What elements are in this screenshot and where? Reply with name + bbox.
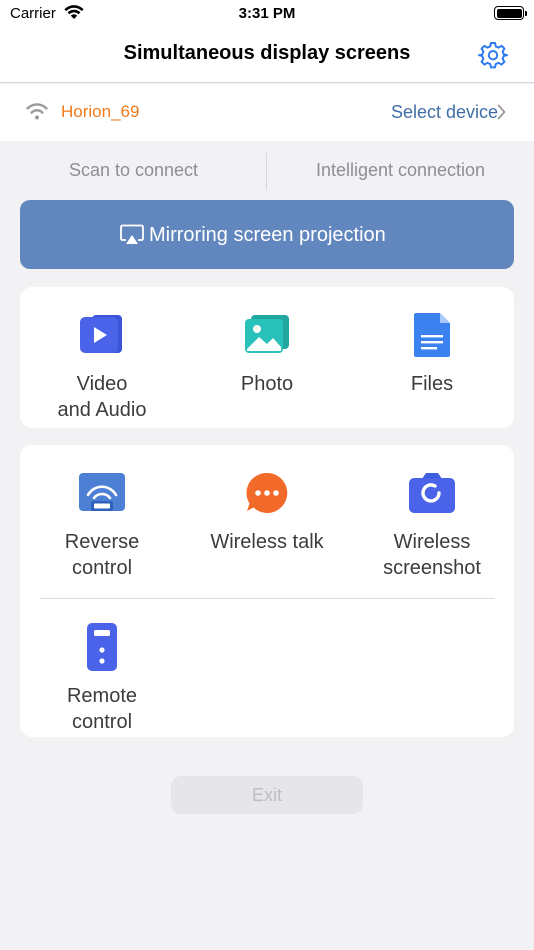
exit-button[interactable]: Exit (171, 776, 363, 814)
tile-label: Remote (66, 685, 138, 707)
remote-control-tile[interactable]: Remote control (20, 599, 184, 737)
battery-icon (494, 6, 527, 20)
chevron-right-icon (497, 104, 506, 120)
tile-label: Photo (240, 373, 294, 395)
photo-icon (245, 315, 289, 353)
tools-card: Reverse control Wireless talk Wireless s… (20, 445, 514, 737)
video-icon (80, 315, 122, 353)
tile-label: control (71, 557, 133, 579)
tile-label: Wireless talk (210, 531, 324, 553)
connection-tabs: Scan to connect Intelligent connection (0, 142, 534, 200)
chat-bubble-icon (246, 472, 288, 513)
wireless-talk-tile[interactable]: Wireless talk (185, 445, 349, 597)
tile-label: control (71, 711, 133, 733)
nav-bar: Simultaneous display screens (0, 28, 534, 83)
status-bar: Carrier 3:31 PM (0, 0, 534, 28)
tile-label: and Audio (57, 399, 147, 421)
mirroring-projection-label: Mirroring screen projection (149, 224, 386, 246)
tab-intelligent-connection[interactable]: Intelligent connection (267, 160, 534, 181)
reverse-control-icon (79, 473, 125, 511)
airplay-icon (120, 224, 144, 244)
select-device-link[interactable]: Select device (391, 102, 498, 123)
tab-scan-to-connect[interactable]: Scan to connect (0, 160, 267, 181)
mirroring-projection-button[interactable]: Mirroring screen projection (20, 200, 514, 269)
tile-label: Video (76, 373, 128, 395)
video-audio-tile[interactable]: Video and Audio (20, 287, 184, 428)
reverse-control-tile[interactable]: Reverse control (20, 445, 184, 597)
clock: 3:31 PM (238, 5, 296, 22)
gear-icon[interactable] (478, 40, 508, 70)
wireless-screenshot-tile[interactable]: Wireless screenshot (350, 445, 514, 597)
photo-tile[interactable]: Photo (185, 287, 349, 428)
files-icon (414, 313, 450, 357)
media-card: Video and Audio Photo Files (20, 287, 514, 428)
tile-label: screenshot (383, 557, 481, 579)
camera-icon (409, 473, 455, 513)
tile-label: Files (410, 373, 454, 395)
tile-label: Wireless (393, 531, 471, 553)
remote-icon (87, 623, 117, 671)
device-row[interactable]: Horion_69 Select device (0, 84, 534, 141)
connected-device-name: Horion_69 (61, 102, 140, 121)
tile-label: Reverse (64, 531, 140, 553)
wifi-icon (26, 103, 48, 120)
page-title: Simultaneous display screens (123, 42, 411, 64)
files-tile[interactable]: Files (350, 287, 514, 428)
